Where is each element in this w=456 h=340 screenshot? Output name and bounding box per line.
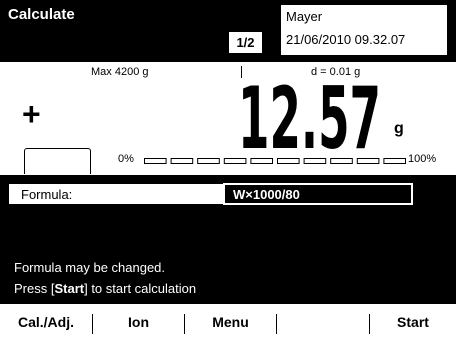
readability-label: d = 0.01 g	[311, 66, 361, 78]
softkey-empty[interactable]	[277, 304, 369, 340]
page-indicator: 1/2	[229, 32, 262, 53]
bargraph-segment	[144, 158, 167, 164]
formula-panel: Formula: W×1000/80 Formula may be change…	[0, 178, 456, 304]
bargraph-min-label: 0%	[118, 153, 134, 165]
formula-input[interactable]: W×1000/80	[223, 183, 413, 205]
user-info-box: Mayer 21/06/2010 09.32.07	[280, 4, 448, 56]
bargraph-segment	[303, 158, 327, 164]
max-capacity-label: Max 4200 g	[91, 66, 149, 78]
formula-value: W×1000/80	[233, 187, 300, 202]
formula-row[interactable]: Formula: W×1000/80	[8, 183, 413, 205]
bargraph-segment	[197, 158, 220, 164]
bargraph-segment	[330, 158, 353, 164]
range-marker	[241, 66, 242, 78]
capacity-bargraph	[144, 158, 406, 164]
softkey-bar: Cal./Adj. Ion Menu Start	[0, 304, 456, 340]
weight-value-text: 12.57	[238, 82, 381, 154]
sign-indicator: +	[22, 96, 41, 132]
info-message-2-suffix: ] to start calculation	[84, 281, 197, 296]
stability-indicator-box	[24, 148, 91, 174]
softkey-cal-adj[interactable]: Cal./Adj.	[0, 304, 92, 340]
formula-label: Formula:	[21, 187, 73, 202]
weight-unit: g	[394, 120, 404, 137]
info-message-1: Formula may be changed.	[14, 260, 166, 275]
bargraph-segment	[383, 158, 406, 164]
info-message-2-prefix: Press [	[14, 281, 55, 296]
date-time: 21/06/2010 09.32.07	[286, 32, 406, 47]
balance-screen: Calculate 1/2 Mayer 21/06/2010 09.32.07 …	[0, 0, 456, 340]
bargraph-segment	[170, 158, 194, 164]
softkey-ion[interactable]: Ion	[93, 304, 184, 340]
softkey-start[interactable]: Start	[370, 304, 456, 340]
bargraph-max-label: 100%	[408, 153, 437, 165]
weight-value: 12.57	[238, 82, 381, 154]
app-title: Calculate	[8, 6, 75, 23]
bargraph-segment	[356, 158, 380, 164]
softkey-menu[interactable]: Menu	[185, 304, 276, 340]
start-key-reference: Start	[54, 281, 85, 296]
bargraph-segment	[277, 158, 300, 164]
user-name: Mayer	[286, 9, 323, 24]
bargraph-segment	[223, 158, 247, 164]
bargraph-segment	[250, 158, 274, 164]
info-message-2: Press [Start] to start calculation	[14, 281, 196, 296]
header-bar: Calculate 1/2 Mayer 21/06/2010 09.32.07	[0, 0, 456, 62]
